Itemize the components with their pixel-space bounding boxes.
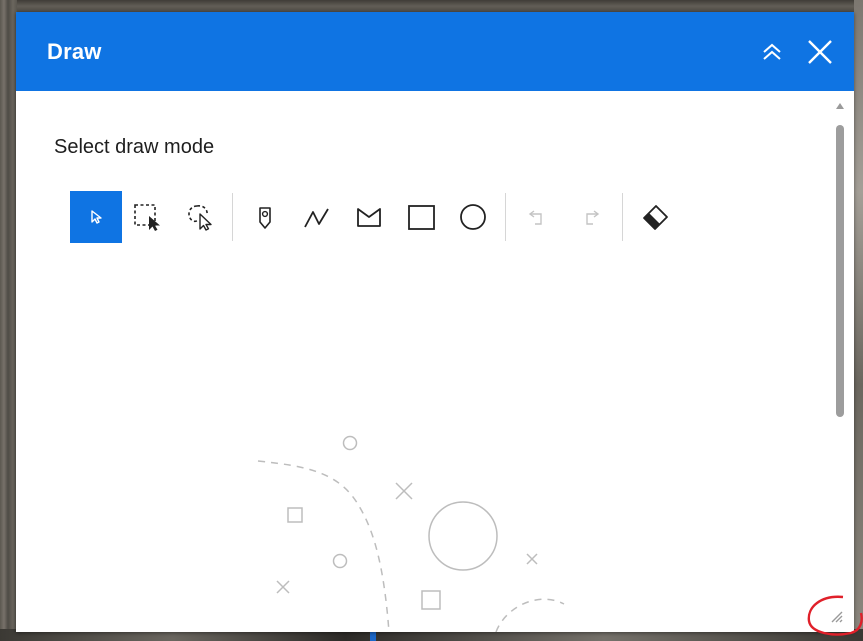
redo-button[interactable] xyxy=(564,191,616,243)
rectangle-select-tool-button[interactable] xyxy=(122,191,174,243)
lasso-select-icon xyxy=(188,205,212,231)
point-tool-button[interactable] xyxy=(239,191,291,243)
polyline-icon xyxy=(304,208,329,228)
clear-drawings-button[interactable] xyxy=(629,191,681,243)
toolbar-separator xyxy=(232,193,233,241)
annotation-circle xyxy=(807,595,863,636)
polygon-icon xyxy=(357,208,381,227)
circle-tool-button[interactable] xyxy=(447,191,499,243)
toolbar-separator xyxy=(622,193,623,241)
circle-icon xyxy=(460,204,486,230)
collapse-button[interactable] xyxy=(756,36,788,68)
draw-mode-label: Select draw mode xyxy=(54,136,215,158)
eraser-icon xyxy=(643,205,668,230)
double-chevron-up-icon xyxy=(763,43,781,60)
rectangle-tool-button[interactable] xyxy=(395,191,447,243)
draw-toolbar xyxy=(70,191,681,243)
select-arrow-icon xyxy=(91,210,102,224)
scroll-thumb[interactable] xyxy=(836,125,844,417)
panel-header: Draw xyxy=(16,12,854,91)
redo-icon xyxy=(586,210,600,225)
toolbar-separator xyxy=(505,193,506,241)
panel-title: Draw xyxy=(47,38,102,64)
draw-panel: Draw Select draw mode xyxy=(16,12,854,632)
rectangle-select-icon xyxy=(134,204,160,231)
rectangle-icon xyxy=(408,205,435,230)
empty-state-illustration xyxy=(257,435,565,632)
map-edge-right xyxy=(854,0,863,641)
polygon-tool-button[interactable] xyxy=(343,191,395,243)
scroll-up-arrow[interactable] xyxy=(836,103,844,109)
select-tool-button[interactable] xyxy=(70,191,122,243)
close-icon xyxy=(808,40,832,64)
polyline-tool-button[interactable] xyxy=(291,191,343,243)
vertical-scrollbar[interactable] xyxy=(834,103,846,623)
close-button[interactable] xyxy=(804,36,836,68)
lasso-select-tool-button[interactable] xyxy=(174,191,226,243)
point-pin-icon xyxy=(259,207,271,229)
undo-icon xyxy=(528,210,542,225)
panel-content: Select draw mode xyxy=(16,91,854,632)
undo-button[interactable] xyxy=(512,191,564,243)
